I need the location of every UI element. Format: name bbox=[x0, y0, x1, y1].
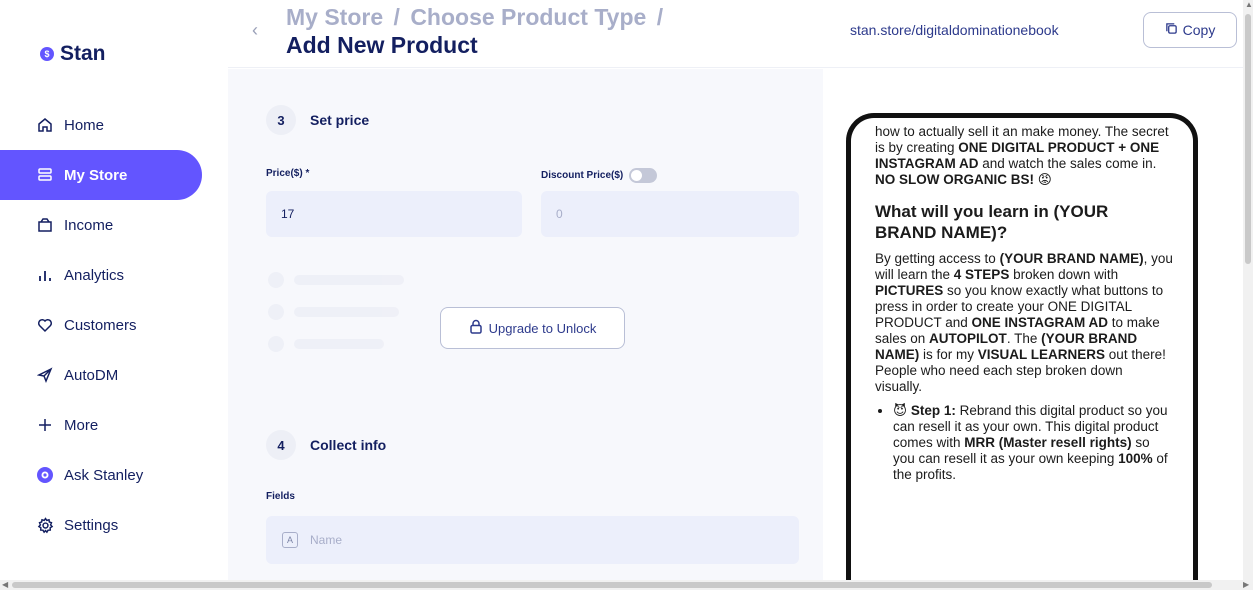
sidebar-item-income[interactable]: Income bbox=[0, 200, 228, 250]
sidebar-item-label: Analytics bbox=[64, 266, 125, 284]
sidebar-item-ask-stanley[interactable]: Ask Stanley bbox=[0, 450, 228, 500]
preview-text: is for my bbox=[919, 346, 978, 362]
wallet-icon bbox=[36, 216, 54, 234]
stanley-icon bbox=[36, 466, 54, 484]
preview-text: and watch the sales come in. bbox=[978, 155, 1157, 171]
sidebar-item-settings[interactable]: Settings bbox=[0, 500, 228, 550]
preview-heading: What will you learn in (YOUR BRAND NAME)… bbox=[875, 201, 1109, 242]
locked-option bbox=[268, 272, 404, 288]
locked-option bbox=[268, 336, 384, 352]
preview-text: 4 STEPS bbox=[953, 267, 1010, 283]
analytics-icon bbox=[36, 266, 54, 284]
locked-option bbox=[268, 304, 399, 320]
sidebar-nav: Home My Store Income Analytics Customers… bbox=[0, 100, 228, 550]
copy-button[interactable]: Copy bbox=[1143, 12, 1237, 48]
sidebar-item-customers[interactable]: Customers bbox=[0, 300, 228, 350]
scroll-right-arrow-icon[interactable]: ▶ bbox=[1243, 580, 1249, 589]
text-field-icon: A bbox=[282, 532, 298, 548]
preview-text: . The bbox=[1006, 330, 1042, 346]
sidebar-item-label: My Store bbox=[64, 166, 128, 184]
chevron-left-icon[interactable]: ‹ bbox=[252, 20, 258, 41]
preview-text: VISUAL LEARNERS bbox=[977, 346, 1106, 362]
angry-face-icon: 😡 bbox=[1037, 171, 1052, 187]
breadcrumb-separator: / bbox=[393, 4, 400, 30]
home-icon bbox=[36, 116, 54, 134]
preview-text: 100% bbox=[1118, 451, 1153, 467]
preview-text: AUTOPILOT bbox=[929, 330, 1007, 346]
brand-name: Stan bbox=[60, 42, 106, 65]
preview-text: NO SLOW ORGANIC BS! bbox=[875, 171, 1034, 187]
sidebar-item-label: AutoDM bbox=[64, 366, 119, 384]
plus-icon bbox=[36, 416, 54, 434]
sidebar-item-more[interactable]: More bbox=[0, 400, 228, 450]
sidebar-item-home[interactable]: Home bbox=[0, 100, 228, 150]
horizontal-scrollbar-thumb[interactable] bbox=[12, 582, 1212, 588]
page-header: ‹ My Store / Choose Product Type / Add N… bbox=[228, 0, 1243, 68]
name-field-label: Name bbox=[310, 533, 343, 547]
send-icon bbox=[36, 366, 54, 384]
heart-icon bbox=[36, 316, 54, 334]
sidebar-item-label: Customers bbox=[64, 316, 137, 334]
sidebar-item-autodm[interactable]: AutoDM bbox=[0, 350, 228, 400]
preview-text: broken down with bbox=[1009, 267, 1119, 283]
sidebar-item-label: More bbox=[64, 416, 99, 434]
price-label: Price($) * bbox=[266, 168, 310, 179]
step-number: 3 bbox=[266, 105, 296, 135]
sidebar-item-label: Income bbox=[64, 216, 114, 234]
lock-icon bbox=[469, 319, 483, 337]
preview-paragraph: By getting access to (YOUR BRAND NAME), … bbox=[875, 251, 1173, 394]
breadcrumb-separator: / bbox=[656, 4, 664, 30]
discount-toggle[interactable] bbox=[629, 168, 658, 183]
step-set-price: 3 Set price bbox=[266, 105, 369, 135]
discount-price-label-text: Discount Price($) bbox=[541, 170, 624, 182]
phone-preview[interactable]: how to actually sell it an make money. T… bbox=[846, 113, 1198, 588]
discount-price-input[interactable]: 0 bbox=[541, 191, 799, 237]
sidebar: $ Stan Home My Store Income Analytics Cu… bbox=[0, 0, 228, 580]
copy-label: Copy bbox=[1182, 22, 1216, 38]
sidebar-item-my-store[interactable]: My Store bbox=[0, 150, 202, 200]
gear-icon bbox=[36, 516, 54, 534]
scroll-left-arrow-icon[interactable]: ◀ bbox=[2, 580, 8, 589]
preview-text: PICTURES bbox=[875, 283, 944, 299]
devil-face-icon: 😈 bbox=[893, 403, 908, 419]
preview-text: ONE INSTAGRAM AD bbox=[971, 314, 1109, 330]
list-item: 😈 Step 1: Rebrand this digital product s… bbox=[893, 403, 1173, 483]
store-url-link[interactable]: stan.store/digitaldominationebook bbox=[850, 22, 1059, 38]
preview-text: MRR (Master resell rights) bbox=[964, 435, 1132, 451]
vertical-scrollbar[interactable]: ▲ bbox=[1243, 0, 1253, 580]
sidebar-item-label: Home bbox=[64, 116, 105, 134]
page-title: Add New Product bbox=[286, 32, 478, 58]
fields-label: Fields bbox=[266, 491, 295, 502]
sidebar-item-label: Ask Stanley bbox=[64, 466, 144, 484]
brand-logo[interactable]: $ Stan bbox=[40, 42, 106, 66]
breadcrumb-my-store[interactable]: My Store bbox=[286, 4, 383, 30]
price-input[interactable]: 17 bbox=[266, 191, 522, 237]
step-title: Set price bbox=[310, 112, 370, 128]
upgrade-to-unlock-button[interactable]: Upgrade to Unlock bbox=[440, 307, 625, 349]
vertical-scrollbar-thumb[interactable] bbox=[1245, 14, 1251, 264]
product-form: 3 Set price Price($) * 17 Discount Price… bbox=[228, 69, 823, 580]
discount-price-label: Discount Price($) bbox=[541, 168, 658, 183]
preview-paragraph: how to actually sell it an make money. T… bbox=[875, 124, 1173, 188]
sidebar-item-label: Settings bbox=[64, 516, 119, 534]
breadcrumb-choose-product-type[interactable]: Choose Product Type bbox=[410, 4, 646, 30]
step-number: 4 bbox=[266, 430, 296, 460]
scroll-up-arrow-icon[interactable]: ▲ bbox=[1245, 0, 1253, 9]
upgrade-label: Upgrade to Unlock bbox=[488, 320, 597, 336]
horizontal-scrollbar[interactable]: ◀ ▶ bbox=[0, 580, 1253, 590]
preview-list: 😈 Step 1: Rebrand this digital product s… bbox=[875, 403, 1173, 483]
copy-icon bbox=[1165, 22, 1178, 38]
store-icon bbox=[36, 166, 54, 184]
breadcrumb: My Store / Choose Product Type / bbox=[286, 4, 667, 31]
preview-text: (YOUR BRAND NAME) bbox=[999, 251, 1144, 267]
name-field-row[interactable]: A Name bbox=[266, 516, 799, 564]
step-collect-info: 4 Collect info bbox=[266, 430, 386, 460]
step-title: Collect info bbox=[310, 437, 387, 453]
preview-text: By getting access to bbox=[875, 251, 1000, 267]
preview-text: Step 1: bbox=[910, 403, 956, 419]
sidebar-item-analytics[interactable]: Analytics bbox=[0, 250, 228, 300]
stan-logo-icon: $ bbox=[40, 47, 54, 61]
preview-content: how to actually sell it an make money. T… bbox=[851, 118, 1193, 483]
